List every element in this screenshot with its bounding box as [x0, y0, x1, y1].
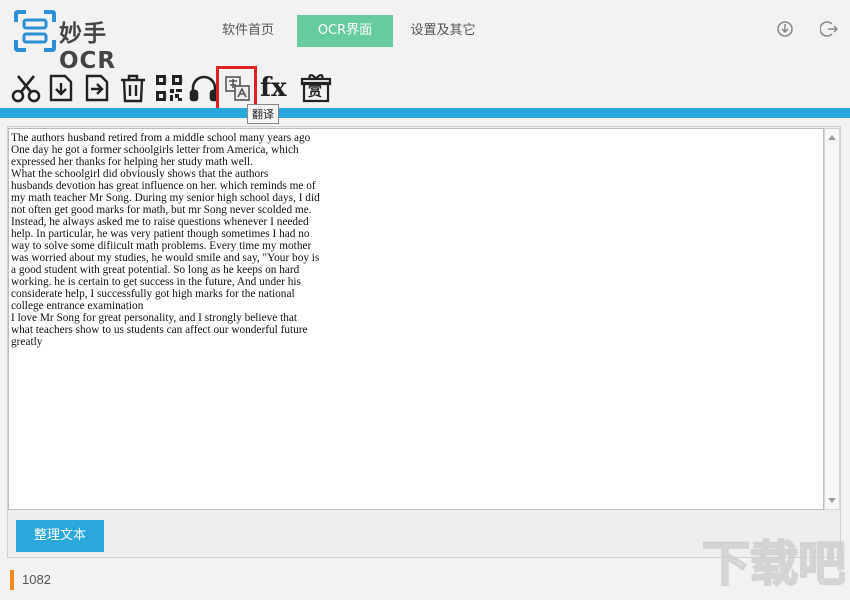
formula-label: fx	[260, 73, 287, 103]
gift-label: 赏	[308, 84, 322, 100]
toolbar-divider	[0, 108, 850, 118]
gift-icon[interactable]: 赏	[300, 72, 332, 104]
scroll-down-icon[interactable]	[828, 498, 836, 503]
editor-scrollbar[interactable]	[824, 128, 840, 510]
ocr-result-textarea[interactable]: The authors husband retired from a middl…	[8, 128, 824, 510]
tab-ocr[interactable]: OCR界面	[297, 15, 393, 47]
toolbar: fx 赏	[0, 70, 850, 108]
status-marker	[10, 570, 14, 590]
scissors-icon[interactable]	[10, 72, 42, 104]
formula-icon[interactable]: fx	[260, 72, 294, 104]
trash-icon[interactable]	[117, 72, 149, 104]
import-file-icon[interactable]	[45, 72, 77, 104]
qr-code-icon[interactable]	[153, 72, 185, 104]
watermark-logo: 下载吧	[701, 535, 845, 590]
app-header: 妙手OCR 软件首页 OCR界面 设置及其它	[0, 0, 850, 74]
character-count: 1082	[22, 572, 51, 587]
ocr-result-text: The authors husband retired from a middl…	[11, 132, 320, 348]
tidy-text-button[interactable]: 整理文本	[16, 520, 104, 552]
app-title: 妙手OCR	[59, 21, 117, 74]
watermark-text: 下载吧	[702, 536, 845, 590]
translate-tooltip: 翻译	[247, 104, 279, 124]
tab-settings[interactable]: 设置及其它	[400, 15, 486, 47]
tab-home[interactable]: 软件首页	[210, 15, 286, 47]
scroll-up-icon[interactable]	[828, 135, 836, 140]
export-file-icon[interactable]	[81, 72, 113, 104]
logout-icon[interactable]	[820, 20, 838, 38]
app-logo: 妙手OCR	[12, 8, 147, 74]
download-icon[interactable]	[776, 20, 794, 38]
scan-logo-icon	[14, 10, 56, 52]
